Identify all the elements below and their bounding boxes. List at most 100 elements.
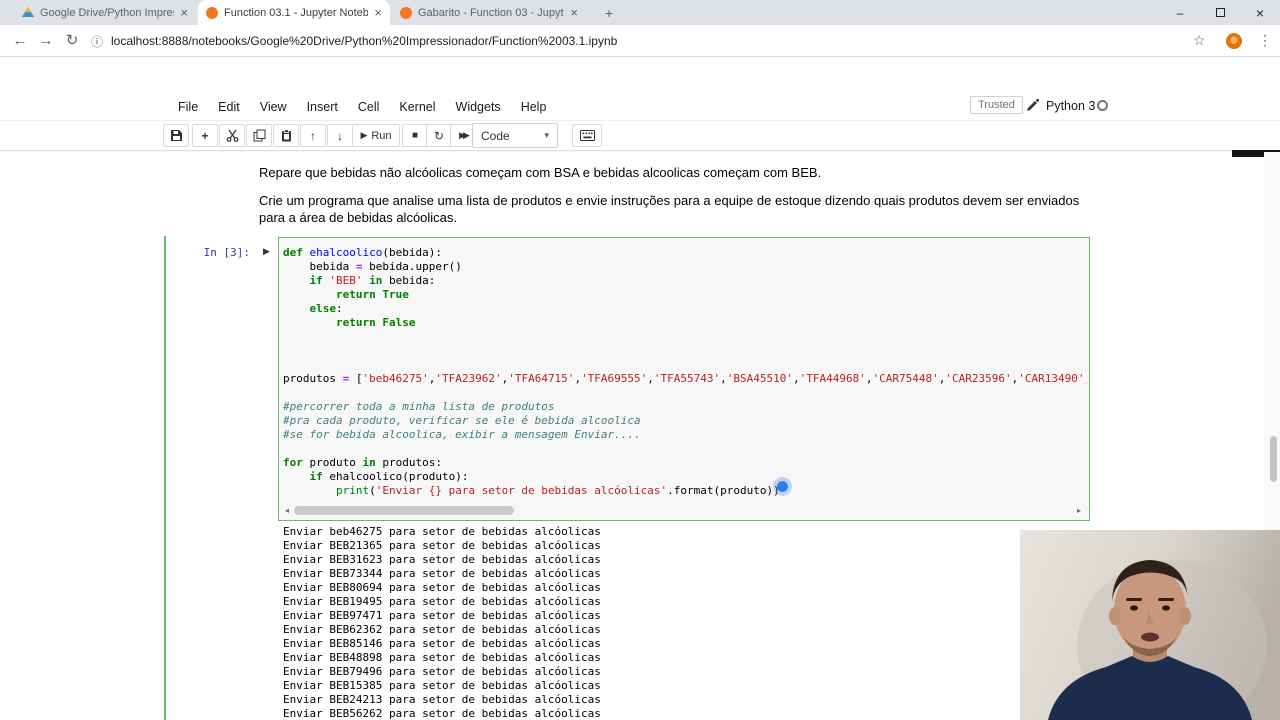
cut-cell-button[interactable]: [219, 124, 245, 147]
tab-title: Function 03.1 - Jupyter Noteb...: [224, 6, 369, 19]
output-line: Enviar BEB21365 para setor de bebidas al…: [283, 539, 601, 552]
url-text[interactable]: localhost:8888/notebooks/Google%20Drive/…: [111, 34, 617, 48]
selected-cell-border: [164, 236, 166, 720]
editor-horizontal-scrollbar[interactable]: ◂ ▸: [281, 505, 1085, 516]
menu-item-widgets[interactable]: Widgets: [446, 100, 511, 114]
code-cell-editor[interactable]: def ehalcoolico(bebida): bebida = bebida…: [278, 237, 1090, 521]
scissors-icon: [226, 129, 238, 142]
tab-google-drive[interactable]: Google Drive/Python Impress... ×: [14, 0, 196, 25]
output-line: Enviar BEB48898 para setor de bebidas al…: [283, 651, 601, 664]
menu-item-view[interactable]: View: [250, 100, 297, 114]
output-area: Enviar beb46275 para setor de bebidas al…: [283, 525, 601, 720]
tab-close-icon[interactable]: ×: [180, 6, 188, 19]
scroll-right-icon[interactable]: ▸: [1073, 505, 1085, 516]
edit-mode-pencil-icon: [1026, 98, 1040, 117]
restart-kernel-button[interactable]: ↻: [426, 124, 452, 147]
output-line: Enviar BEB73344 para setor de bebidas al…: [283, 567, 601, 580]
output-line: Enviar beb46275 para setor de bebidas al…: [283, 525, 601, 538]
run-button[interactable]: ▶ Run: [352, 124, 400, 147]
output-line: Enviar BEB97471 para setor de bebidas al…: [283, 609, 601, 622]
output-line: Enviar BEB56262 para setor de bebidas al…: [283, 707, 601, 720]
code-line: #pra cada produto, verificar se ele é be…: [283, 414, 641, 427]
notebook-toolbar: + ↑ ↓ ▶ Run ■ ↻ ▶▶ Code ▾: [0, 121, 1280, 151]
insert-cell-button[interactable]: +: [192, 124, 218, 147]
kernel-status-icon: [1097, 100, 1108, 111]
output-line: Enviar BEB24213 para setor de bebidas al…: [283, 693, 601, 706]
move-cell-down-button[interactable]: ↓: [327, 124, 353, 147]
save-button[interactable]: [163, 124, 189, 147]
command-palette-button[interactable]: [572, 124, 602, 147]
code-line: #percorrer toda a minha lista de produto…: [283, 400, 555, 413]
presenter-video: [1020, 530, 1280, 720]
code-line: print('Enviar {} para setor de bebidas a…: [335, 484, 780, 497]
mouse-click-indicator: [777, 481, 788, 492]
code-line: produtos = ['beb46275','TFA23962','TFA64…: [283, 372, 1087, 385]
forward-icon[interactable]: →: [34, 29, 58, 53]
code-lines: def ehalcoolico(bebida): bebida = bebida…: [283, 246, 1087, 502]
run-cell-marker-icon[interactable]: ▶: [263, 246, 270, 257]
output-line: Enviar BEB31623 para setor de bebidas al…: [283, 553, 601, 566]
address-bar: ← → ↻ ⓘ localhost:8888/notebooks/Google%…: [0, 25, 1280, 57]
cell-type-value: Code: [481, 128, 510, 143]
jupyter-favicon: [400, 6, 412, 19]
fast-forward-icon: ▶▶: [459, 130, 470, 140]
reload-icon[interactable]: ↻: [60, 29, 84, 53]
menu-items: File Edit View Insert Cell Kernel Widget…: [168, 92, 556, 121]
chevron-down-icon: ▾: [544, 130, 549, 140]
cell-type-dropdown[interactable]: Code ▾: [472, 123, 558, 148]
scrollbar-thumb[interactable]: [1270, 436, 1277, 482]
menu-item-cell[interactable]: Cell: [348, 100, 390, 114]
run-label: Run: [371, 129, 392, 142]
menu-item-insert[interactable]: Insert: [297, 100, 348, 114]
paste-cell-button[interactable]: [273, 124, 299, 147]
copy-cell-button[interactable]: [246, 124, 272, 147]
tab-function-notebook[interactable]: Function 03.1 - Jupyter Noteb... ×: [198, 0, 390, 25]
back-icon[interactable]: ←: [8, 29, 32, 53]
webcam-overlay: [1020, 530, 1280, 720]
code-line: return False: [335, 316, 416, 329]
menu-item-edit[interactable]: Edit: [208, 100, 250, 114]
markdown-paragraph[interactable]: Repare que bebidas não alcóolicas começa…: [259, 164, 1099, 181]
maximize-button[interactable]: [1200, 0, 1240, 25]
kernel-name[interactable]: Python 3: [1046, 99, 1095, 113]
arrow-up-icon: ↑: [310, 128, 316, 143]
tab-title: Gabarito - Function 03 - Jupyte...: [418, 6, 565, 19]
tab-strip: Google Drive/Python Impress... × Functio…: [0, 0, 1280, 25]
menu-item-file[interactable]: File: [168, 100, 208, 114]
output-line: Enviar BEB15385 para setor de bebidas al…: [283, 679, 601, 692]
move-cell-up-button[interactable]: ↑: [300, 124, 326, 147]
plus-icon: +: [201, 128, 209, 143]
trusted-badge[interactable]: Trusted: [970, 96, 1023, 114]
minimize-button[interactable]: –: [1160, 0, 1200, 25]
code-line: if ehalcoolico(produto):: [309, 470, 469, 483]
profile-avatar[interactable]: [1226, 33, 1242, 49]
tab-close-icon[interactable]: ×: [570, 6, 578, 19]
bookmark-star-icon[interactable]: ☆: [1193, 32, 1206, 49]
restart-icon: ↻: [433, 128, 445, 143]
stop-icon: ■: [411, 130, 419, 141]
code-line: else:: [309, 302, 343, 315]
output-line: Enviar BEB85146 para setor de bebidas al…: [283, 637, 601, 650]
code-line: if 'BEB' in bebida:: [309, 274, 436, 287]
tab-gabarito-notebook[interactable]: Gabarito - Function 03 - Jupyte... ×: [392, 0, 586, 25]
input-prompt: In [3]:: [203, 246, 250, 259]
scrollbar-thumb[interactable]: [294, 506, 514, 515]
interrupt-kernel-button[interactable]: ■: [402, 124, 428, 147]
new-tab-button[interactable]: +: [600, 4, 618, 22]
menu-item-kernel[interactable]: Kernel: [389, 100, 445, 114]
site-info-icon[interactable]: ⓘ: [91, 33, 103, 50]
output-line: Enviar BEB62362 para setor de bebidas al…: [283, 623, 601, 636]
output-line: Enviar BEB80694 para setor de bebidas al…: [283, 581, 601, 594]
google-drive-favicon: [22, 6, 34, 19]
keyboard-icon: [579, 130, 595, 141]
close-window-button[interactable]: ×: [1240, 0, 1280, 25]
browser-menu-icon[interactable]: ⋮: [1258, 32, 1272, 49]
menu-item-help[interactable]: Help: [511, 100, 557, 114]
markdown-paragraph[interactable]: Crie um programa que analise uma lista d…: [259, 192, 1089, 226]
scroll-left-icon[interactable]: ◂: [281, 505, 293, 516]
tab-close-icon[interactable]: ×: [374, 6, 382, 19]
